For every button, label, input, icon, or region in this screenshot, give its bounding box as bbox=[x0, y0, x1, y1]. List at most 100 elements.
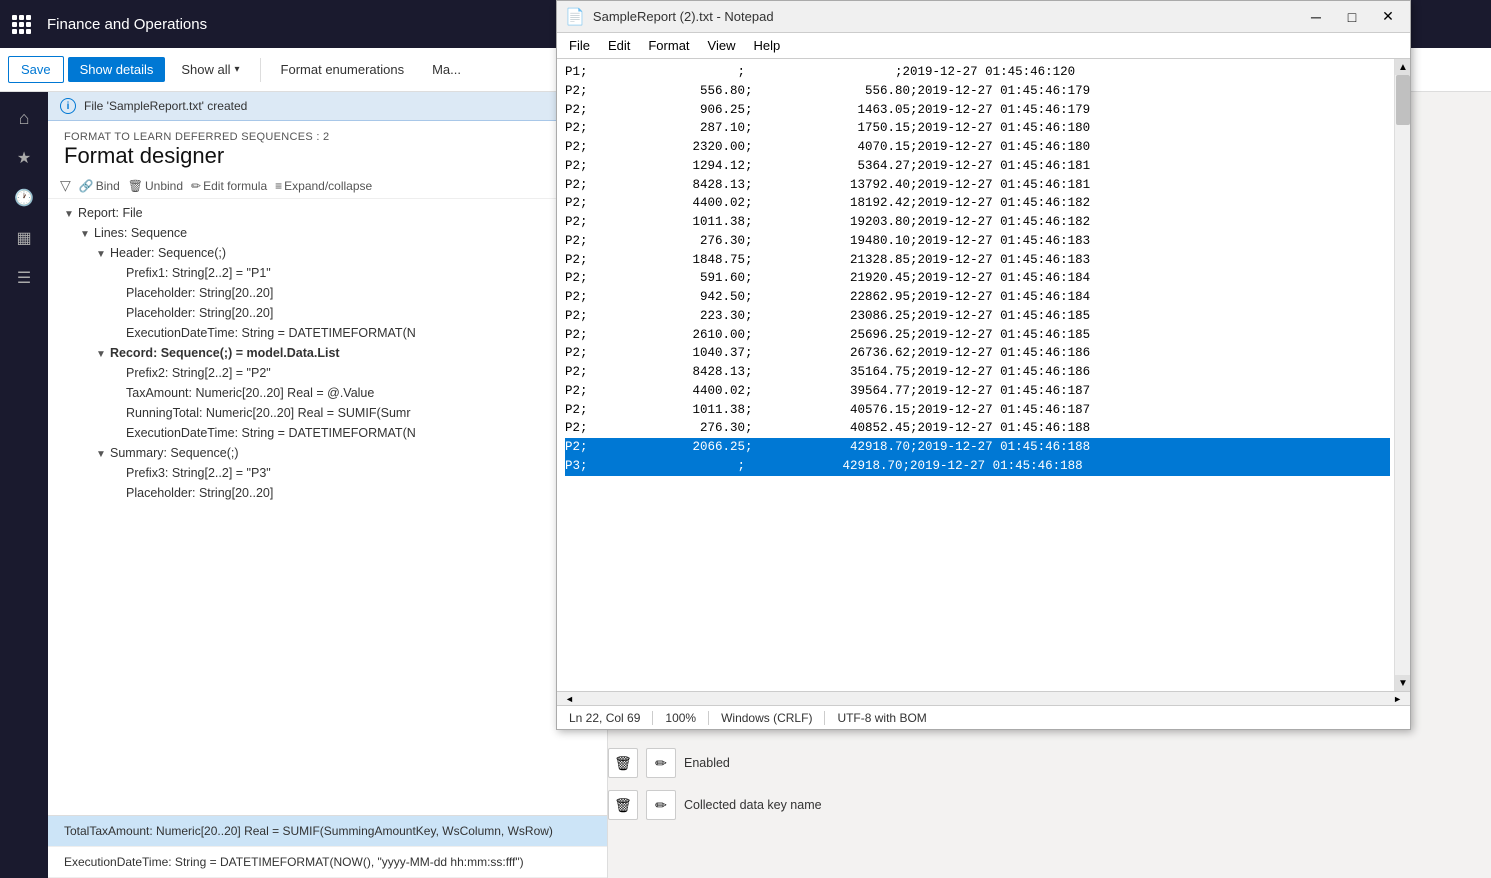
tree: ▼Report: File▼Lines: Sequence▼Header: Se… bbox=[48, 199, 607, 815]
status-zoom: 100% bbox=[653, 711, 709, 725]
tree-item[interactable]: Prefix1: String[2..2] = "P1" bbox=[48, 263, 607, 283]
notepad-line: P2; 1294.12; 5364.27;2019-12-27 01:45:46… bbox=[565, 157, 1390, 176]
side-action-panel: 🗑 ✏ Enabled 🗑 ✏ Collected data key name bbox=[608, 740, 868, 828]
delete-button-2[interactable]: 🗑 bbox=[608, 790, 638, 820]
notepad-line: P2; 2320.00; 4070.15;2019-12-27 01:45:46… bbox=[565, 138, 1390, 157]
tree-item[interactable]: Placeholder: String[20..20] bbox=[48, 283, 607, 303]
bind-action[interactable]: 🔗 Bind bbox=[79, 179, 120, 193]
notepad-line: P2; 1040.37; 26736.62;2019-12-27 01:45:4… bbox=[565, 344, 1390, 363]
menu-view[interactable]: View bbox=[700, 36, 744, 55]
notepad-scrollbar-thumb[interactable] bbox=[1396, 75, 1410, 125]
tree-item[interactable]: ▼Record: Sequence(;) = model.Data.List bbox=[48, 343, 607, 363]
notepad-line: P2; 1011.38; 40576.15;2019-12-27 01:45:4… bbox=[565, 401, 1390, 420]
notepad-line: P2; 8428.13; 13792.40;2019-12-27 01:45:4… bbox=[565, 176, 1390, 195]
notepad-line: P2; 4400.02; 18192.42;2019-12-27 01:45:4… bbox=[565, 194, 1390, 213]
status-crlf: Windows (CRLF) bbox=[709, 711, 825, 725]
notepad-line: P2; 8428.13; 35164.75;2019-12-27 01:45:4… bbox=[565, 363, 1390, 382]
tree-item[interactable]: Placeholder: String[20..20] bbox=[48, 303, 607, 323]
menu-file[interactable]: File bbox=[561, 36, 598, 55]
notepad-content-wrapper: P1; ; ;2019-12-27 01:45:46:120P2; 556.80… bbox=[557, 59, 1410, 691]
notepad-line: P2; 1011.38; 19203.80;2019-12-27 01:45:4… bbox=[565, 213, 1390, 232]
sidebar-list-icon[interactable]: ☰ bbox=[6, 260, 42, 296]
bottom-item-selected[interactable]: TotalTaxAmount: Numeric[20..20] Real = S… bbox=[48, 816, 607, 847]
status-encoding: UTF-8 with BOM bbox=[825, 711, 938, 725]
sidebar-star-icon[interactable]: ★ bbox=[6, 140, 42, 176]
sidebar-grid-icon[interactable]: ▦ bbox=[6, 220, 42, 256]
menu-edit[interactable]: Edit bbox=[600, 36, 638, 55]
bottom-panel: TotalTaxAmount: Numeric[20..20] Real = S… bbox=[48, 815, 607, 878]
tree-item[interactable]: Placeholder: String[20..20] bbox=[48, 483, 607, 503]
notepad-line: P2; 276.30; 40852.45;2019-12-27 01:45:46… bbox=[565, 419, 1390, 438]
chevron-down-icon: ▾ bbox=[235, 64, 240, 75]
notepad-title-text: SampleReport (2).txt - Notepad bbox=[593, 9, 1294, 24]
notepad-line: P1; ; ;2019-12-27 01:45:46:120 bbox=[565, 63, 1390, 82]
tree-item[interactable]: RunningTotal: Numeric[20..20] Real = SUM… bbox=[48, 403, 607, 423]
unbind-action[interactable]: 🗑 Unbind bbox=[128, 179, 183, 193]
waffle-icon[interactable] bbox=[12, 15, 31, 34]
info-icon: i bbox=[60, 98, 76, 114]
notepad-status-bar: Ln 22, Col 69 100% Windows (CRLF) UTF-8 … bbox=[557, 705, 1410, 729]
notepad-line: P2; 2610.00; 25696.25;2019-12-27 01:45:4… bbox=[565, 326, 1390, 345]
status-line-col: Ln 22, Col 69 bbox=[557, 711, 653, 725]
tree-item[interactable]: TaxAmount: Numeric[20..20] Real = @.Valu… bbox=[48, 383, 607, 403]
save-button[interactable]: Save bbox=[8, 56, 64, 83]
bind-link-icon: 🔗 bbox=[79, 179, 94, 193]
tree-item[interactable]: ▼Header: Sequence(;) bbox=[48, 243, 607, 263]
notepad-line: P2; 942.50; 22862.95;2019-12-27 01:45:46… bbox=[565, 288, 1390, 307]
action-bar: ▽ 🔗 Bind 🗑 Unbind ✏ Edit formula ≡ Expan… bbox=[48, 173, 607, 199]
enabled-label: Enabled bbox=[684, 756, 730, 770]
format-enum-button[interactable]: Format enumerations bbox=[269, 57, 417, 82]
notepad-line: P2; 276.30; 19480.10;2019-12-27 01:45:46… bbox=[565, 232, 1390, 251]
notepad-line: P2; 2066.25; 42918.70;2019-12-27 01:45:4… bbox=[565, 438, 1390, 457]
notepad-hscroll: ◄ ► bbox=[557, 691, 1410, 705]
menu-format[interactable]: Format bbox=[640, 36, 697, 55]
page-title: Format designer bbox=[64, 143, 591, 169]
bottom-item-2[interactable]: ExecutionDateTime: String = DATETIMEFORM… bbox=[48, 847, 607, 878]
minimize-button[interactable]: ─ bbox=[1302, 6, 1330, 28]
notepad-line: P2; 287.10; 1750.15;2019-12-27 01:45:46:… bbox=[565, 119, 1390, 138]
expand-collapse-action[interactable]: ≡ Expand/collapse bbox=[275, 179, 372, 193]
tree-item[interactable]: Prefix2: String[2..2] = "P2" bbox=[48, 363, 607, 383]
tree-item[interactable]: ExecutionDateTime: String = DATETIMEFORM… bbox=[48, 323, 607, 343]
edit-formula-action[interactable]: ✏ Edit formula bbox=[191, 179, 267, 193]
tree-item[interactable]: ▼Report: File bbox=[48, 203, 607, 223]
hscroll-left[interactable]: ◄ bbox=[565, 694, 574, 704]
tree-item[interactable]: ▼Lines: Sequence bbox=[48, 223, 607, 243]
hscroll-right[interactable]: ► bbox=[1393, 694, 1402, 704]
delete-button-1[interactable]: 🗑 bbox=[608, 748, 638, 778]
show-all-button[interactable]: Show all ▾ bbox=[169, 57, 251, 82]
unbind-icon: 🗑 bbox=[128, 179, 143, 193]
notepad-menu-bar: File Edit Format View Help bbox=[557, 33, 1410, 59]
menu-help[interactable]: Help bbox=[745, 36, 788, 55]
tree-item[interactable]: Prefix3: String[2..2] = "P3" bbox=[48, 463, 607, 483]
sidebar-home-icon[interactable]: ⌂ bbox=[6, 100, 42, 136]
more-button[interactable]: Ma... bbox=[420, 57, 473, 82]
notepad-line: P3; ; 42918.70;2019-12-27 01:45:46:188 bbox=[565, 457, 1390, 476]
expand-icon: ≡ bbox=[275, 179, 282, 193]
tree-item[interactable]: ExecutionDateTime: String = DATETIMEFORM… bbox=[48, 423, 607, 443]
notepad-line: P2; 591.60; 21920.45;2019-12-27 01:45:46… bbox=[565, 269, 1390, 288]
close-button[interactable]: ✕ bbox=[1374, 6, 1402, 28]
info-message: File 'SampleReport.txt' created bbox=[84, 99, 247, 113]
notepad-content[interactable]: P1; ; ;2019-12-27 01:45:46:120P2; 556.80… bbox=[557, 59, 1410, 691]
tree-item[interactable]: ▼Summary: Sequence(;) bbox=[48, 443, 607, 463]
main-area: i File 'SampleReport.txt' created FORMAT… bbox=[48, 92, 608, 878]
page-header: FORMAT TO LEARN DEFERRED SEQUENCES : 2 F… bbox=[48, 121, 607, 173]
show-details-button[interactable]: Show details bbox=[68, 57, 166, 82]
notepad-line: P2; 4400.02; 39564.77;2019-12-27 01:45:4… bbox=[565, 382, 1390, 401]
edit-button-1[interactable]: ✏ bbox=[646, 748, 676, 778]
info-bar: i File 'SampleReport.txt' created bbox=[48, 92, 607, 121]
notepad-scrollbar-up[interactable]: ▲ bbox=[1395, 59, 1410, 75]
notepad-scrollbar[interactable]: ▲ ▼ bbox=[1394, 59, 1410, 691]
filter-icon: ▽ bbox=[60, 177, 71, 194]
collected-key-row: 🗑 ✏ Collected data key name bbox=[608, 786, 868, 828]
maximize-button[interactable]: □ bbox=[1338, 6, 1366, 28]
page-subtitle: FORMAT TO LEARN DEFERRED SEQUENCES : 2 bbox=[64, 131, 591, 143]
sidebar-clock-icon[interactable]: 🕐 bbox=[6, 180, 42, 216]
notepad-line: P2; 223.30; 23086.25;2019-12-27 01:45:46… bbox=[565, 307, 1390, 326]
edit-button-2[interactable]: ✏ bbox=[646, 790, 676, 820]
collected-key-label: Collected data key name bbox=[684, 798, 822, 812]
notepad-scrollbar-down[interactable]: ▼ bbox=[1395, 675, 1410, 691]
notepad-line: P2; 1848.75; 21328.85;2019-12-27 01:45:4… bbox=[565, 251, 1390, 270]
edit-formula-icon: ✏ bbox=[191, 179, 201, 193]
